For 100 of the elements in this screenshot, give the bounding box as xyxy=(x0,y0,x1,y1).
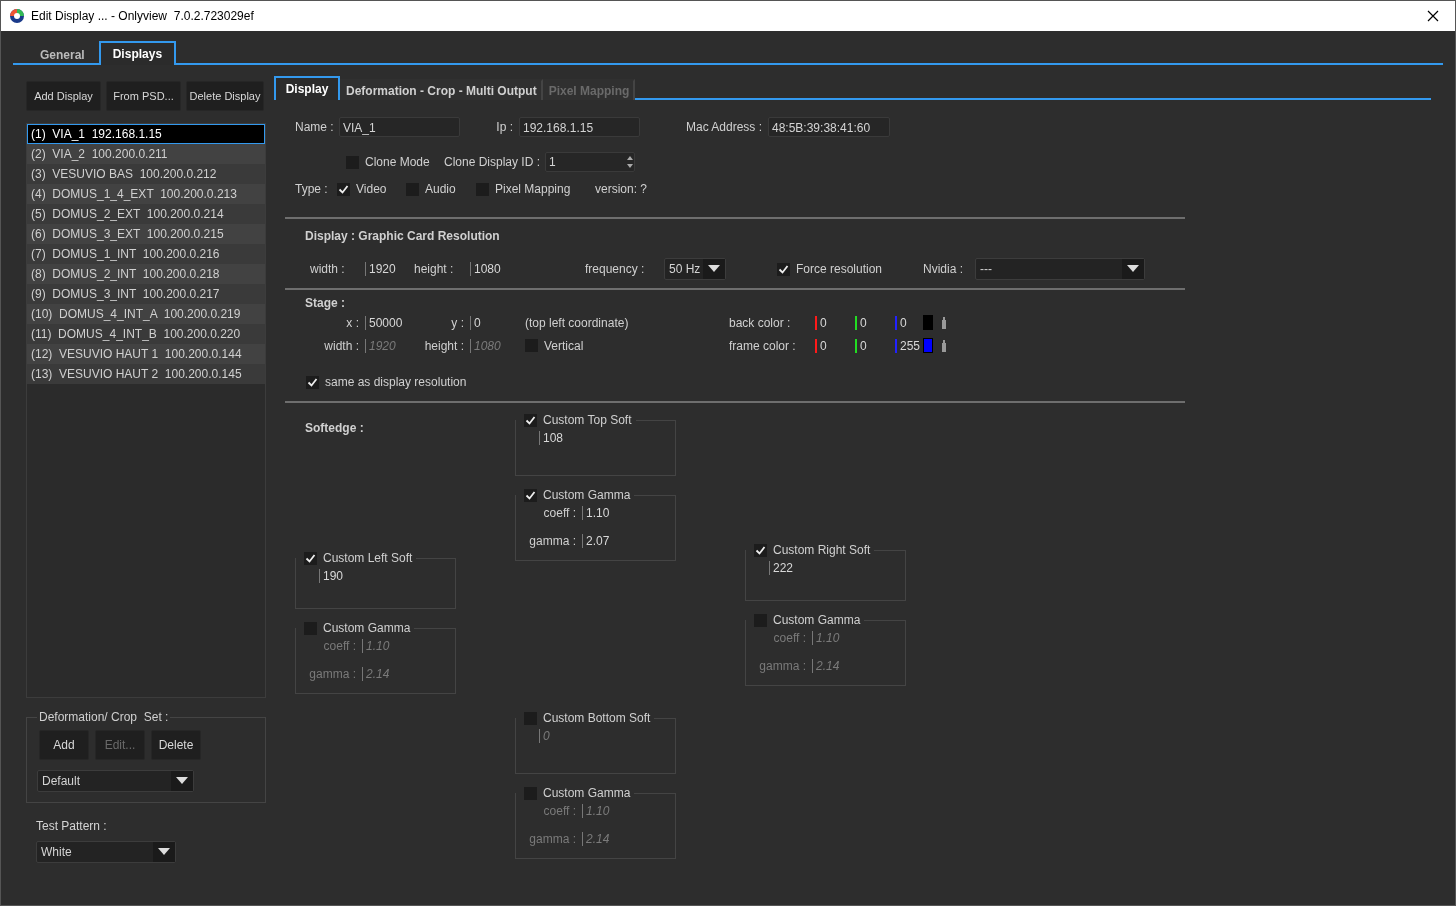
display-list-item[interactable]: (8) DOMUS_2_INT 100.200.0.218 xyxy=(27,264,265,284)
y-label: y : xyxy=(451,315,464,330)
display-list-item[interactable]: (13) VESUVIO HAUT 2 100.200.0.145 xyxy=(27,364,265,384)
color-label: back color : xyxy=(729,315,791,330)
checkbox[interactable] xyxy=(304,551,317,565)
display-list-item[interactable]: (12) VESUVIO HAUT 1 100.200.0.144 xyxy=(27,344,265,364)
spinner-arrows-icon xyxy=(626,155,634,169)
coeff-field[interactable]: 1.10 xyxy=(582,506,610,520)
ip-field[interactable]: 192.168.1.15 xyxy=(519,117,640,137)
channel-field[interactable]: 255 xyxy=(895,338,921,353)
section-title: Softedge : xyxy=(305,421,364,435)
display-list-item[interactable]: (5) DOMUS_2_EXT 100.200.0.214 xyxy=(27,204,265,224)
coeff-label: coeff : xyxy=(543,506,576,520)
checkbox[interactable] xyxy=(524,413,537,427)
channel-field[interactable]: 0 xyxy=(855,315,867,330)
clone-display-id-label: Clone Display ID : xyxy=(444,155,541,169)
display-button[interactable]: Delete Display xyxy=(186,81,264,111)
checkbox-label: Custom Gamma xyxy=(543,786,631,800)
checkbox-label: Force resolution xyxy=(796,262,883,276)
set-button[interactable]: Delete xyxy=(151,730,201,760)
frequency-label: frequency : xyxy=(585,262,645,276)
tab[interactable]: General xyxy=(26,43,99,65)
channel-field[interactable]: 0 xyxy=(895,315,907,330)
checkbox-label: Custom Left Soft xyxy=(323,551,413,565)
coordinate-note: (top left coordinate) xyxy=(525,315,629,330)
tab[interactable]: Display xyxy=(274,76,340,100)
checkbox-label: Custom Gamma xyxy=(773,613,861,627)
soft-value-field[interactable]: 190 xyxy=(319,569,344,583)
soft-value-field[interactable]: 222 xyxy=(769,561,794,575)
display-list-item[interactable]: (4) DOMUS_1_4_EXT 100.200.0.213 xyxy=(27,184,265,204)
checkbox[interactable] xyxy=(337,182,350,196)
color-label: frame color : xyxy=(729,338,796,353)
display-list-item[interactable]: (11) DOMUS_4_INT_B 100.200.0.220 xyxy=(27,324,265,344)
section-title: Display : Graphic Card Resolution xyxy=(305,229,500,243)
ip-label: Ip : xyxy=(496,120,513,134)
display-list-item[interactable]: (9) DOMUS_3_INT 100.200.0.217 xyxy=(27,284,265,304)
name-field[interactable]: VIA_1 xyxy=(339,117,460,137)
coeff-label: coeff : xyxy=(323,639,356,653)
width-label: width : xyxy=(324,338,359,353)
display-list-item[interactable]: (6) DOMUS_3_EXT 100.200.0.215 xyxy=(27,224,265,244)
display-list-item[interactable]: (2) VIA_2 100.200.0.211 xyxy=(27,144,265,164)
display-list-item[interactable]: (1) VIA_1 192.168.1.15 xyxy=(27,124,265,144)
checkbox-label: Custom Right Soft xyxy=(773,543,871,557)
color-swatch[interactable] xyxy=(923,315,933,330)
checkbox-label: Video xyxy=(356,182,387,196)
window-title: Edit Display ... - Onlyview 7.0.2.723029ef xyxy=(31,9,255,23)
checkbox[interactable] xyxy=(777,262,790,276)
display-button[interactable]: Add Display xyxy=(26,81,101,111)
caret-icon xyxy=(708,265,720,273)
coeff-label: coeff : xyxy=(773,631,806,645)
y-field[interactable]: 0 xyxy=(470,315,481,330)
tab[interactable]: Deformation - Crop - Multi Output xyxy=(340,79,543,100)
x-label: x : xyxy=(346,315,359,330)
width-field[interactable]: 1920 xyxy=(365,262,396,276)
mac-address-field[interactable]: 48:5B:39:38:41:60 xyxy=(768,117,890,137)
checkbox-label: Vertical xyxy=(544,338,584,353)
x-field[interactable]: 50000 xyxy=(365,315,403,330)
group-title: Deformation/ Crop Set : xyxy=(38,710,170,724)
display-list-item[interactable]: (7) DOMUS_1_INT 100.200.0.216 xyxy=(27,244,265,264)
clone-display-id-spinner[interactable]: 1 xyxy=(545,152,635,172)
coeff-label: coeff : xyxy=(543,804,576,818)
caret-icon xyxy=(1127,265,1139,273)
display-button[interactable]: From PSD... xyxy=(106,81,181,111)
display-list-item[interactable]: (10) DOMUS_4_INT_A 100.200.0.219 xyxy=(27,304,265,324)
set-button[interactable]: Add xyxy=(39,730,89,760)
nvidia-dropdown[interactable]: --- xyxy=(975,258,1145,280)
frequency-dropdown[interactable]: 50 Hz xyxy=(664,258,726,280)
deformation-set-dropdown[interactable]: Default xyxy=(37,770,194,792)
checkbox-label: Custom Gamma xyxy=(543,488,631,502)
version-label: version: ? xyxy=(595,182,648,196)
color-swatch[interactable] xyxy=(923,338,933,353)
height-field[interactable]: 1080 xyxy=(470,262,501,276)
channel-field[interactable]: 0 xyxy=(815,315,827,330)
color-picker-icon[interactable] xyxy=(942,316,946,329)
mac-address-label: Mac Address : xyxy=(685,120,762,134)
checkbox-label: Custom Bottom Soft xyxy=(543,711,651,725)
checkbox[interactable] xyxy=(524,488,537,502)
channel-field[interactable]: 0 xyxy=(855,338,867,353)
test-pattern-dropdown[interactable]: White xyxy=(36,841,176,863)
gamma-field[interactable]: 2.07 xyxy=(582,534,610,548)
soft-value-field[interactable]: 108 xyxy=(539,431,564,445)
checkbox-label: Custom Top Soft xyxy=(543,413,632,427)
type-label: Type : xyxy=(295,182,328,196)
color-picker-icon[interactable] xyxy=(942,339,946,352)
app-logo-icon xyxy=(9,8,25,24)
gamma-label: gamma : xyxy=(529,832,576,846)
height-label: height : xyxy=(414,262,454,276)
close-icon xyxy=(1427,10,1439,22)
checkbox[interactable] xyxy=(754,543,767,557)
checkbox[interactable] xyxy=(306,375,319,389)
test-pattern-label: Test Pattern : xyxy=(36,819,108,833)
gamma-label: gamma : xyxy=(309,667,356,681)
tab[interactable]: Displays xyxy=(98,41,177,65)
section-title: Stage : xyxy=(305,296,345,310)
checkbox-label: Pixel Mapping xyxy=(495,182,571,196)
channel-field[interactable]: 0 xyxy=(815,338,827,353)
display-list-item[interactable]: (3) VESUVIO BAS 100.200.0.212 xyxy=(27,164,265,184)
name-label: Name : xyxy=(295,120,334,134)
checkbox-label: same as display resolution xyxy=(325,375,467,389)
caret-icon xyxy=(176,777,188,785)
